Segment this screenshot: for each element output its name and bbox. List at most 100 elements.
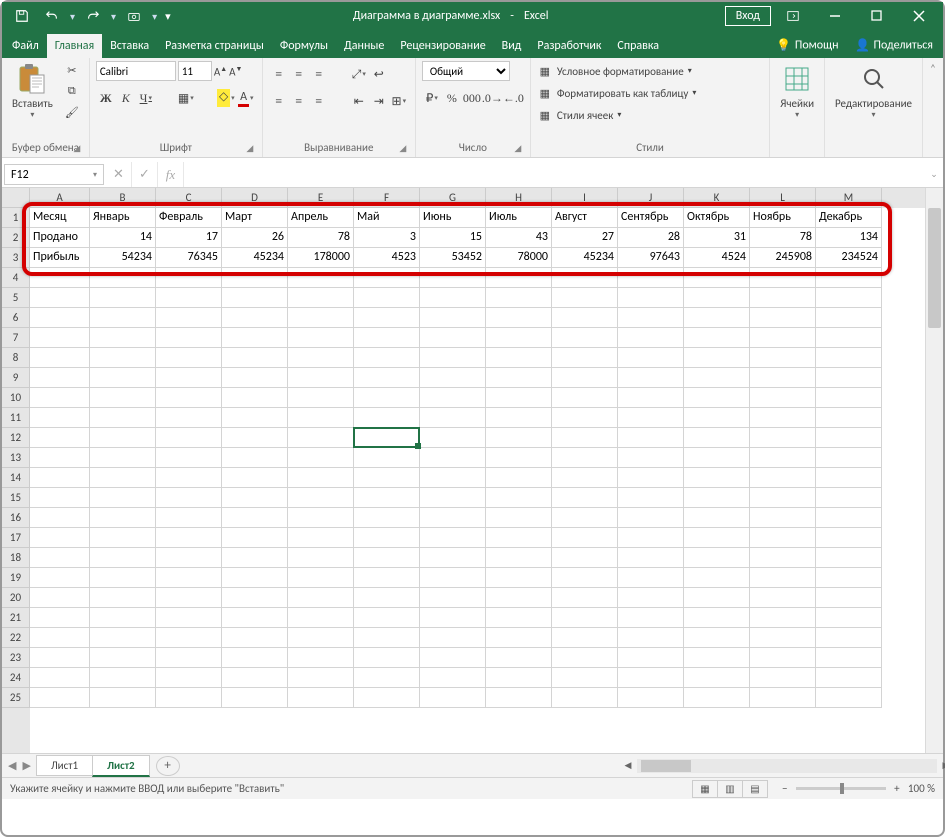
copy-icon[interactable]: ⧉: [61, 82, 83, 100]
cell[interactable]: [156, 548, 222, 568]
cell[interactable]: [420, 308, 486, 328]
cell[interactable]: [486, 488, 552, 508]
cell[interactable]: [486, 328, 552, 348]
cell[interactable]: [90, 468, 156, 488]
cell[interactable]: [222, 608, 288, 628]
undo-icon[interactable]: [38, 4, 66, 28]
cell[interactable]: [816, 528, 882, 548]
column-header[interactable]: H: [486, 188, 552, 208]
cell[interactable]: Июль: [486, 208, 552, 228]
cell[interactable]: [30, 348, 90, 368]
cell[interactable]: [156, 368, 222, 388]
cell[interactable]: [354, 288, 420, 308]
number-format-select[interactable]: Общий: [422, 61, 510, 81]
row-header[interactable]: 16: [2, 508, 30, 528]
cell[interactable]: [420, 548, 486, 568]
expand-formula-bar-icon[interactable]: ⌄: [925, 162, 943, 187]
cell[interactable]: [618, 508, 684, 528]
align-top-icon[interactable]: ≡: [269, 64, 289, 84]
cell[interactable]: [156, 408, 222, 428]
cell[interactable]: [420, 408, 486, 428]
cell[interactable]: [618, 548, 684, 568]
cell[interactable]: [750, 548, 816, 568]
cell[interactable]: [30, 428, 90, 448]
cell[interactable]: Февраль: [156, 208, 222, 228]
cell[interactable]: [750, 668, 816, 688]
cell[interactable]: [288, 368, 354, 388]
cell[interactable]: [816, 628, 882, 648]
cell[interactable]: [156, 588, 222, 608]
cell[interactable]: [222, 348, 288, 368]
cell[interactable]: [816, 508, 882, 528]
cell[interactable]: [486, 588, 552, 608]
cell[interactable]: [618, 528, 684, 548]
cell[interactable]: [30, 368, 90, 388]
cell[interactable]: [552, 508, 618, 528]
cell[interactable]: [552, 568, 618, 588]
cell[interactable]: 245908: [750, 248, 816, 268]
qat-customize-icon[interactable]: ▾: [161, 10, 175, 23]
cell[interactable]: [156, 608, 222, 628]
row-header[interactable]: 13: [2, 448, 30, 468]
cell[interactable]: [420, 268, 486, 288]
cell[interactable]: 43: [486, 228, 552, 248]
cell[interactable]: [288, 408, 354, 428]
cell[interactable]: [222, 428, 288, 448]
cell[interactable]: [486, 568, 552, 588]
cell[interactable]: [90, 428, 156, 448]
row-header[interactable]: 3: [2, 248, 30, 268]
cell[interactable]: [156, 288, 222, 308]
cell[interactable]: [684, 368, 750, 388]
cell[interactable]: [90, 688, 156, 708]
cell[interactable]: [354, 688, 420, 708]
cell[interactable]: [90, 588, 156, 608]
cell[interactable]: [618, 288, 684, 308]
wrap-text-icon[interactable]: ↩: [369, 64, 389, 84]
cell[interactable]: [552, 308, 618, 328]
row-header[interactable]: 7: [2, 328, 30, 348]
cell[interactable]: [156, 328, 222, 348]
cell[interactable]: [420, 568, 486, 588]
cell[interactable]: [288, 508, 354, 528]
cell[interactable]: [354, 408, 420, 428]
cell[interactable]: [156, 448, 222, 468]
row-header[interactable]: 8: [2, 348, 30, 368]
cell[interactable]: [222, 688, 288, 708]
clipboard-dialog-icon[interactable]: ◢: [71, 143, 83, 155]
cell[interactable]: [750, 268, 816, 288]
cell[interactable]: [288, 548, 354, 568]
borders-icon[interactable]: ▦: [176, 88, 196, 108]
cell[interactable]: [552, 648, 618, 668]
cell[interactable]: [750, 428, 816, 448]
cell[interactable]: [156, 268, 222, 288]
cell[interactable]: [354, 528, 420, 548]
column-header[interactable]: L: [750, 188, 816, 208]
view-normal-icon[interactable]: ▦: [692, 780, 718, 798]
sheet-nav-next-icon[interactable]: ▶: [22, 759, 30, 772]
row-header[interactable]: 12: [2, 428, 30, 448]
cell[interactable]: [684, 388, 750, 408]
cell[interactable]: [420, 368, 486, 388]
cell[interactable]: [222, 588, 288, 608]
row-header[interactable]: 15: [2, 488, 30, 508]
zoom-out-button[interactable]: −: [778, 782, 792, 795]
row-header[interactable]: 25: [2, 688, 30, 708]
cell[interactable]: 45234: [552, 248, 618, 268]
cell[interactable]: [618, 468, 684, 488]
cell[interactable]: [354, 568, 420, 588]
cell[interactable]: [618, 488, 684, 508]
cell[interactable]: [486, 688, 552, 708]
cut-icon[interactable]: ✂: [61, 61, 83, 79]
cell[interactable]: [30, 528, 90, 548]
cell[interactable]: [30, 628, 90, 648]
cell[interactable]: [288, 328, 354, 348]
cell[interactable]: [156, 468, 222, 488]
cell[interactable]: [618, 428, 684, 448]
cell[interactable]: Март: [222, 208, 288, 228]
view-page-break-icon[interactable]: ▤: [742, 780, 768, 798]
enter-icon[interactable]: ✓: [132, 162, 158, 187]
cell[interactable]: [30, 668, 90, 688]
column-header[interactable]: K: [684, 188, 750, 208]
cells-button[interactable]: Ячейки▾: [776, 61, 818, 122]
cell[interactable]: 3: [354, 228, 420, 248]
